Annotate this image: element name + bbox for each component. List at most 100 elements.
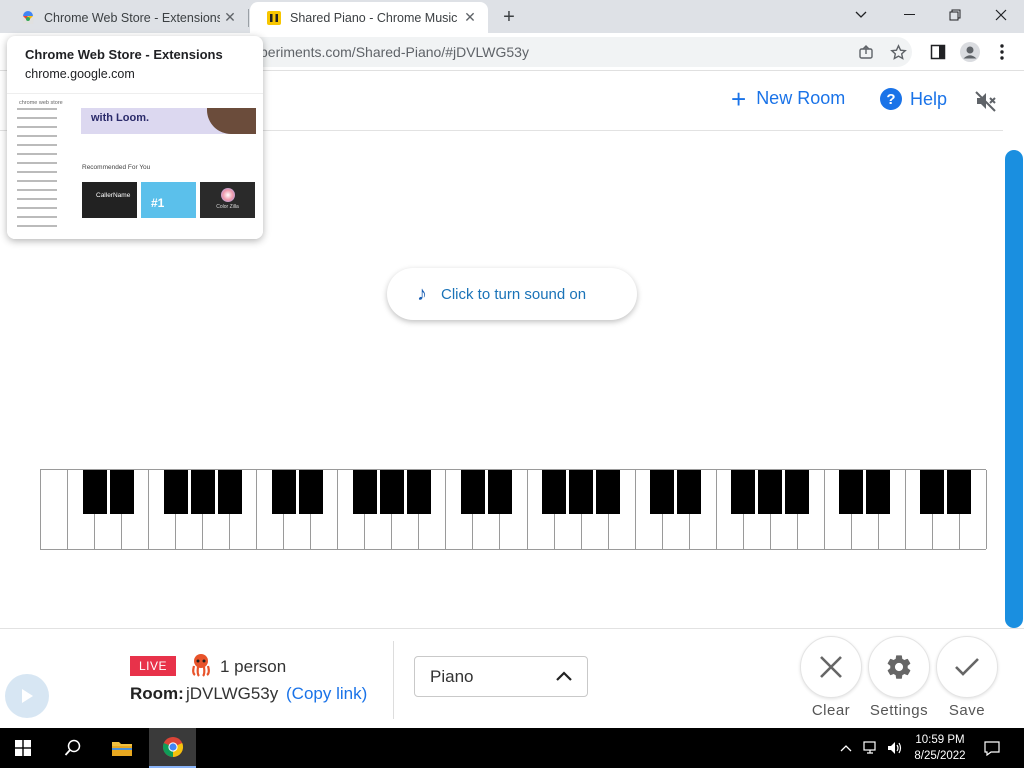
close-tab-icon[interactable]: ✕	[220, 8, 240, 28]
restore-button[interactable]	[932, 0, 978, 30]
file-explorer-button[interactable]	[99, 728, 145, 768]
clear-button[interactable]	[800, 636, 862, 698]
folder-icon	[112, 742, 132, 756]
thumb-sidebar	[17, 108, 79, 238]
black-key[interactable]	[731, 470, 756, 514]
clock-time: 10:59 PM	[915, 734, 965, 746]
black-key[interactable]	[352, 470, 377, 514]
system-clock[interactable]: 10:59 PM 8/25/2022	[908, 732, 972, 764]
settings-label: Settings	[869, 702, 929, 719]
play-icon	[22, 689, 33, 703]
thumb-section-title: Recommended For You	[82, 164, 151, 171]
sidepanel-icon[interactable]	[928, 42, 948, 62]
thumb-card-colorzilla: Color Zilla	[200, 182, 255, 218]
chrome-web-store-icon	[22, 10, 34, 24]
plus-icon: +	[731, 83, 747, 114]
black-key[interactable]	[82, 470, 107, 514]
black-key[interactable]	[650, 470, 675, 514]
sound-on-button[interactable]: ♪ Click to turn sound on	[387, 268, 637, 320]
tab-separator	[248, 9, 249, 27]
clear-label: Clear	[811, 702, 851, 719]
black-key[interactable]	[785, 470, 810, 514]
tab-chrome-web-store[interactable]: Chrome Web Store - Extensions ✕	[4, 2, 248, 33]
save-button[interactable]	[936, 636, 998, 698]
black-key[interactable]	[596, 470, 621, 514]
checkmark-icon	[955, 658, 979, 676]
windows-taskbar: 10:59 PM 8/25/2022	[0, 728, 1024, 768]
scrollbar-thumb[interactable]	[1005, 150, 1023, 628]
settings-button[interactable]	[868, 636, 930, 698]
minimize-button[interactable]	[886, 0, 932, 30]
gear-icon	[887, 655, 911, 679]
black-key[interactable]	[460, 470, 485, 514]
tab-title: Chrome Web Store - Extensions	[44, 10, 220, 25]
notifications-icon[interactable]	[978, 728, 1006, 768]
chrome-icon	[162, 737, 183, 758]
instrument-select[interactable]: Piano	[414, 656, 588, 697]
play-button[interactable]	[5, 674, 49, 718]
help-button[interactable]: ? Help	[880, 88, 947, 110]
tab-search-icon[interactable]	[838, 0, 884, 30]
piano-keyboard[interactable]	[40, 469, 987, 550]
thumb-card-callername: CallerName	[82, 182, 137, 218]
kebab-menu-icon[interactable]	[992, 42, 1012, 62]
save-label: Save	[948, 702, 986, 719]
black-key[interactable]	[839, 470, 864, 514]
footer-separator	[393, 641, 394, 719]
live-badge: LIVE	[130, 656, 176, 676]
new-room-label: New Room	[756, 88, 846, 108]
black-key[interactable]	[542, 470, 567, 514]
black-key[interactable]	[109, 470, 134, 514]
black-key[interactable]	[190, 470, 215, 514]
white-key[interactable]	[41, 470, 69, 549]
windows-logo-icon	[15, 740, 31, 756]
chrome-taskbar-button[interactable]	[149, 728, 196, 768]
black-key[interactable]	[271, 470, 296, 514]
room-label: Room:	[130, 684, 184, 703]
browser-tabstrip: Chrome Web Store - Extensions ✕ Shared P…	[0, 0, 1024, 33]
profile-icon[interactable]	[960, 42, 980, 62]
share-icon[interactable]	[856, 42, 876, 62]
tab-title: Shared Piano - Chrome Music La	[290, 10, 460, 25]
volume-muted-icon[interactable]	[974, 89, 998, 113]
black-key[interactable]	[406, 470, 431, 514]
chrome-music-lab-icon	[267, 10, 281, 25]
hover-card-thumbnail: chrome web store with Loom. Recommended …	[7, 93, 263, 239]
close-window-button[interactable]	[978, 0, 1024, 30]
chevron-up-icon	[556, 671, 572, 681]
black-key[interactable]	[487, 470, 512, 514]
url-text[interactable]: periments.com/Shared-Piano/#jDVLWG53y	[260, 44, 529, 60]
star-icon[interactable]	[888, 42, 908, 62]
clear-x-icon	[820, 656, 842, 678]
new-room-button[interactable]: + New Room	[731, 83, 846, 114]
black-key[interactable]	[920, 470, 945, 514]
black-key[interactable]	[677, 470, 702, 514]
music-note-icon: ♪	[417, 282, 427, 305]
network-icon[interactable]	[860, 728, 882, 768]
thumb-banner-text: with Loom.	[91, 112, 150, 124]
hover-card-title: Chrome Web Store - Extensions	[25, 47, 223, 62]
black-key[interactable]	[866, 470, 891, 514]
help-label: Help	[910, 88, 948, 109]
speaker-icon[interactable]	[884, 728, 906, 768]
search-button[interactable]	[50, 728, 96, 768]
black-key[interactable]	[569, 470, 594, 514]
black-key[interactable]	[379, 470, 404, 514]
new-tab-button[interactable]: +	[496, 5, 522, 29]
room-id: jDVLWG53y	[186, 684, 279, 703]
clock-date: 8/25/2022	[914, 750, 966, 762]
black-key[interactable]	[298, 470, 323, 514]
black-key[interactable]	[947, 470, 972, 514]
footer-divider	[0, 628, 1024, 629]
start-button[interactable]	[0, 728, 46, 768]
copy-link[interactable]: (Copy link)	[286, 684, 367, 704]
black-key[interactable]	[163, 470, 188, 514]
black-key[interactable]	[217, 470, 242, 514]
sound-on-label: Click to turn sound on	[441, 285, 587, 303]
close-tab-icon[interactable]: ✕	[460, 8, 480, 28]
black-key[interactable]	[758, 470, 783, 514]
instrument-value: Piano	[430, 666, 474, 686]
tab-hover-card: Chrome Web Store - Extensions chrome.goo…	[7, 36, 263, 239]
tray-chevron-up-icon[interactable]	[836, 728, 856, 768]
tab-shared-piano[interactable]: Shared Piano - Chrome Music La ✕	[250, 2, 488, 33]
